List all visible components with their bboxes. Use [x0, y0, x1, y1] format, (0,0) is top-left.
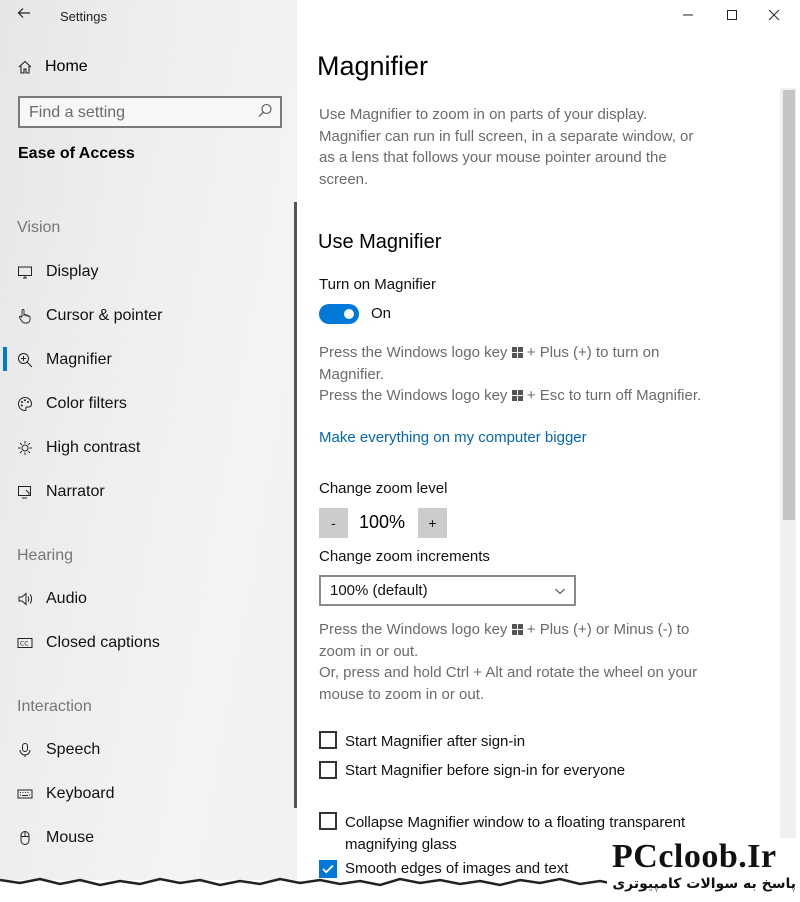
magnifier-toggle[interactable]: [319, 304, 359, 324]
zoom-out-button[interactable]: -: [319, 508, 348, 538]
microphone-icon: [17, 742, 33, 758]
watermark-tagline: پاسخ به سوالات کامپیوتری: [612, 876, 796, 892]
description-line: Use Magnifier to zoom in on parts of you…: [319, 106, 648, 123]
make-bigger-link[interactable]: Make everything on my computer bigger: [319, 429, 587, 446]
description-line: Magnifier can run in full screen, in a s…: [319, 127, 694, 145]
help-line: mouse to zoom in or out.: [319, 685, 485, 703]
search-icon[interactable]: [256, 102, 274, 120]
palette-icon: [17, 396, 33, 412]
content-pane: Magnifier Use Magnifier to zoom in on pa…: [297, 0, 800, 880]
sidebar-item-label: Cursor & pointer: [46, 307, 163, 324]
checkbox-label-line: Collapse Magnifier window to a floating …: [345, 814, 686, 831]
close-button[interactable]: [759, 2, 789, 28]
sidebar-item-narrator[interactable]: Narrator: [17, 480, 105, 504]
search-placeholder: Find a setting: [29, 104, 126, 121]
description-line: screen.: [319, 170, 369, 188]
section-title: Ease of Access: [18, 145, 135, 162]
group-heading-vision: Vision: [17, 219, 61, 236]
minimize-icon: [683, 14, 693, 16]
title-bar: Settings: [0, 0, 297, 34]
app-title: Settings: [60, 9, 107, 24]
help-line: Magnifier.: [319, 365, 385, 383]
svg-text:CC: CC: [20, 641, 28, 648]
minimize-button[interactable]: [673, 2, 703, 28]
sidebar-item-label: Color filters: [46, 395, 127, 412]
back-arrow-icon: [17, 8, 30, 18]
speaker-icon: [17, 591, 33, 607]
chevron-down-icon: [555, 588, 565, 595]
sidebar-item-label: Narrator: [46, 483, 105, 500]
checkbox-label: Start Magnifier before sign-in for every…: [345, 762, 626, 779]
checkbox-start-before-signin[interactable]: [319, 761, 337, 779]
watermark-logo: PCcloob.Ir: [612, 838, 777, 875]
home-label: Home: [45, 58, 88, 75]
sidebar-item-cursor-pointer[interactable]: Cursor & pointer: [17, 304, 163, 328]
navigation-pane: Settings Home Find a setting Ease of Acc…: [0, 0, 297, 880]
help-line: Press the Windows logo key + Esc to turn…: [319, 387, 702, 404]
zoom-in-icon: [17, 352, 33, 368]
use-magnifier-heading: Use Magnifier: [318, 231, 442, 253]
zoom-increments-dropdown[interactable]: 100% (default): [319, 575, 576, 606]
hotkey-help: Press the Windows logo key + Plus (+) to…: [319, 342, 739, 407]
windows-logo-icon: [511, 347, 523, 358]
toggle-knob: [344, 309, 354, 319]
back-button[interactable]: [12, 6, 36, 26]
sidebar-item-audio[interactable]: Audio: [17, 587, 87, 611]
pointer-hand-icon: [17, 308, 33, 324]
help-line: Press the Windows logo key + Plus (+) to…: [319, 344, 660, 361]
sidebar-item-label: Magnifier: [46, 351, 112, 368]
sidebar-item-high-contrast[interactable]: High contrast: [17, 436, 140, 460]
sidebar-item-label: Speech: [46, 741, 101, 758]
help-line: Or, press and hold Ctrl + Alt and rotate…: [319, 664, 698, 681]
narrator-icon: [17, 484, 33, 500]
windows-logo-icon: [511, 624, 523, 635]
closed-captions-icon: CC: [17, 635, 33, 651]
scrollbar-thumb[interactable]: [783, 90, 795, 520]
sidebar-item-label: Keyboard: [46, 785, 115, 802]
zoom-in-button[interactable]: +: [418, 508, 447, 538]
sidebar-item-label: Audio: [46, 590, 87, 607]
page-title: Magnifier: [317, 51, 429, 81]
help-line: zoom in or out.: [319, 642, 419, 660]
checkbox-label: Start Magnifier after sign-in: [345, 733, 526, 750]
turn-on-label: Turn on Magnifier: [319, 276, 436, 293]
maximize-icon: [727, 10, 737, 20]
sidebar-item-label: Closed captions: [46, 634, 160, 651]
dropdown-value: 100% (default): [330, 582, 428, 599]
maximize-button[interactable]: [717, 2, 747, 28]
description-line: as a lens that follows your mouse pointe…: [319, 149, 667, 166]
page-description: Use Magnifier to zoom in on parts of you…: [319, 104, 739, 190]
toggle-state: On: [371, 305, 392, 322]
help-line: Press the Windows logo key + Plus (+) or…: [319, 621, 690, 638]
sidebar-item-closed-captions[interactable]: CC Closed captions: [17, 631, 160, 655]
zoom-increments-label: Change zoom increments: [319, 548, 490, 565]
sidebar-item-keyboard[interactable]: Keyboard: [17, 782, 115, 806]
search-input[interactable]: Find a setting: [18, 96, 282, 128]
group-heading-interaction: Interaction: [17, 698, 92, 715]
brightness-icon: [17, 440, 33, 456]
home-icon: [18, 60, 32, 74]
sidebar-item-label: Display: [46, 263, 99, 280]
checkbox-start-after-signin[interactable]: [319, 731, 337, 749]
close-icon: [768, 9, 780, 21]
windows-logo-icon: [511, 390, 523, 401]
keyboard-icon: [17, 786, 33, 802]
sidebar-item-label: Mouse: [46, 829, 95, 846]
group-heading-hearing: Hearing: [17, 547, 74, 564]
sidebar-item-label: High contrast: [46, 439, 141, 456]
zoom-level-value: 100%: [359, 512, 406, 532]
sidebar-item-mouse[interactable]: Mouse: [17, 826, 94, 850]
selection-indicator: [3, 347, 7, 371]
zoom-help: Press the Windows logo key + Plus (+) or…: [319, 619, 739, 705]
checkbox-collapse-window[interactable]: [319, 812, 337, 830]
sidebar-item-color-filters[interactable]: Color filters: [17, 392, 127, 416]
home-nav-item[interactable]: Home: [17, 56, 88, 78]
sidebar-item-speech[interactable]: Speech: [17, 738, 100, 762]
zoom-level-label: Change zoom level: [319, 480, 448, 497]
mouse-icon: [17, 830, 33, 846]
sidebar-item-magnifier[interactable]: Magnifier: [17, 348, 112, 372]
monitor-icon: [17, 264, 33, 280]
sidebar-item-display[interactable]: Display: [17, 260, 98, 284]
